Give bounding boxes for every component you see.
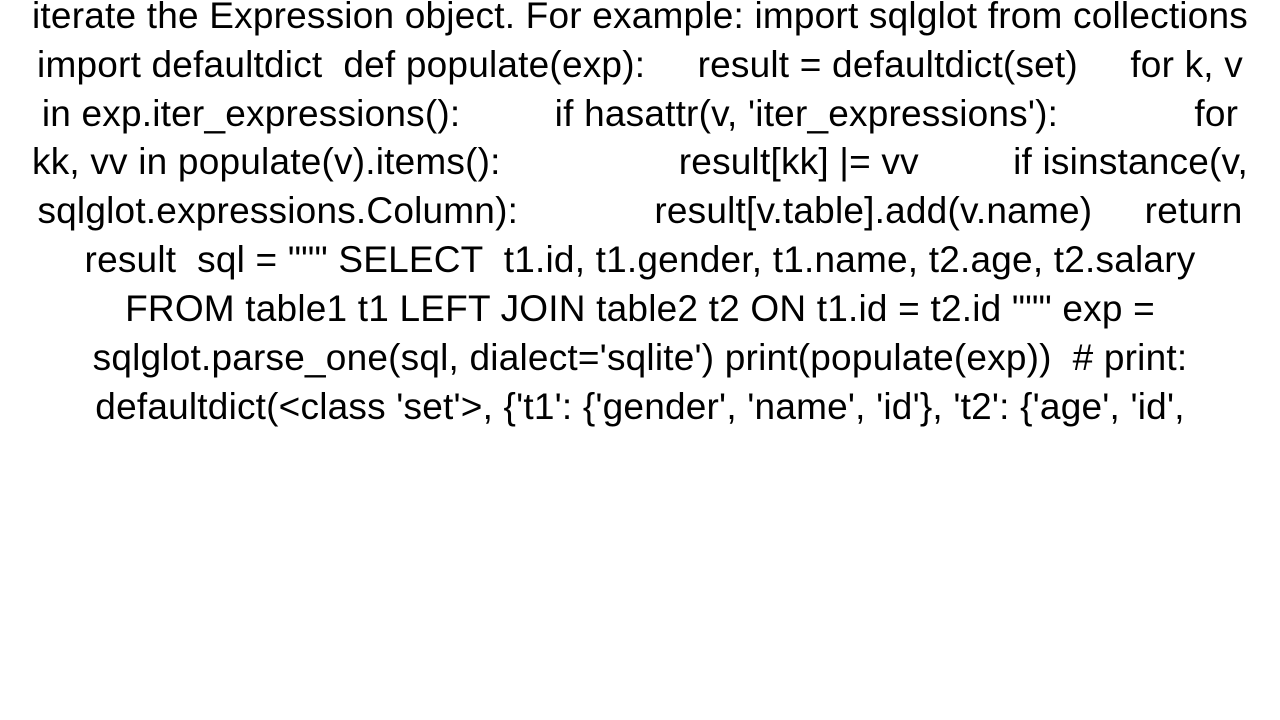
page-container: iterate the Expression object. For examp… [0, 0, 1280, 720]
body-text: iterate the Expression object. For examp… [25, 0, 1255, 431]
